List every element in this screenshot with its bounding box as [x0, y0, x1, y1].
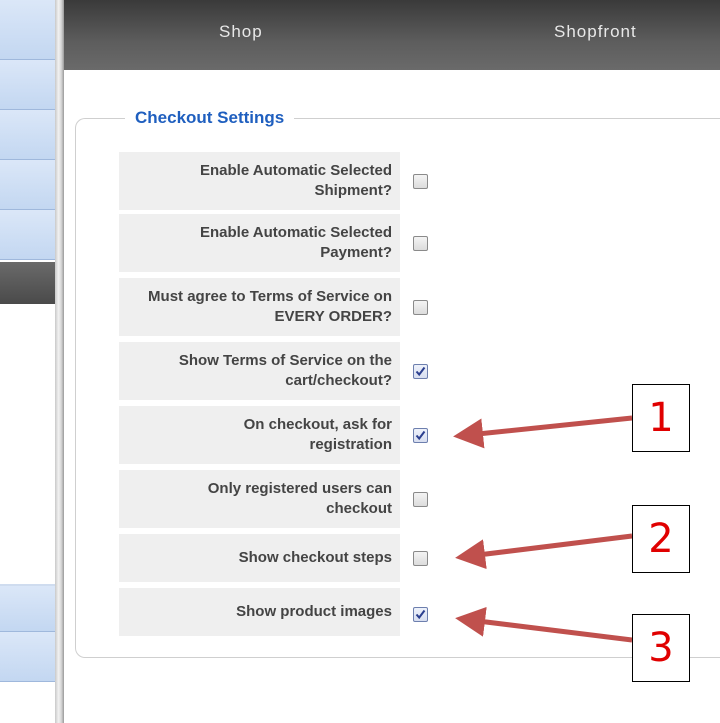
setting-label: Must agree to Terms of Service on EVERY … — [148, 288, 392, 325]
auto-payment-checkbox[interactable] — [413, 236, 428, 251]
setting-row: On checkout, ask for registration — [119, 406, 400, 464]
setting-label: Show Terms of Service on the cart/checko… — [178, 352, 392, 389]
annotation-label-2: 2 — [632, 505, 690, 573]
sidebar-item[interactable] — [0, 586, 55, 632]
setting-row: Show product images — [119, 588, 400, 636]
checkmark-icon — [415, 609, 426, 620]
product-images-checkbox[interactable] — [413, 607, 428, 622]
agree-tos-checkbox[interactable] — [413, 300, 428, 315]
ask-registration-checkbox[interactable] — [413, 428, 428, 443]
setting-label: Enable Automatic Selected Payment? — [200, 224, 392, 261]
setting-label: Only registered users can checkout — [207, 480, 392, 517]
setting-row: Only registered users can checkout — [119, 470, 400, 528]
sidebar-item[interactable] — [0, 110, 55, 160]
setting-label: Enable Automatic Selected Shipment? — [200, 162, 392, 199]
setting-row: Must agree to Terms of Service on EVERY … — [119, 278, 400, 336]
setting-row: Enable Automatic Selected Shipment? — [119, 152, 400, 210]
sidebar-item[interactable] — [0, 60, 55, 110]
setting-label: Show checkout steps — [238, 549, 392, 566]
fieldset-legend: Checkout Settings — [125, 108, 295, 128]
left-sidebar — [0, 0, 55, 723]
annotation-label-1: 1 — [632, 384, 690, 452]
auto-shipment-checkbox[interactable] — [413, 174, 428, 189]
setting-row: Enable Automatic Selected Payment? — [119, 214, 400, 272]
sidebar-item[interactable] — [0, 0, 55, 60]
setting-label: On checkout, ask for registration — [243, 416, 392, 453]
top-navigation: Shop Shopfront — [64, 0, 720, 70]
panel-separator — [55, 0, 64, 723]
show-tos-checkbox[interactable] — [413, 364, 428, 379]
setting-label: Show product images — [236, 603, 392, 620]
sidebar-item[interactable] — [0, 632, 55, 682]
checkout-steps-checkbox[interactable] — [413, 551, 428, 566]
checkmark-icon — [415, 430, 426, 441]
sidebar-item-active[interactable] — [0, 262, 55, 304]
setting-row: Show Terms of Service on the cart/checko… — [119, 342, 400, 400]
setting-row: Show checkout steps — [119, 534, 400, 582]
sidebar-item[interactable] — [0, 160, 55, 210]
registered-only-checkbox[interactable] — [413, 492, 428, 507]
nav-tab-shopfront[interactable]: Shopfront — [554, 22, 637, 42]
nav-tab-shop[interactable]: Shop — [219, 22, 263, 42]
annotation-label-3: 3 — [632, 614, 690, 682]
checkmark-icon — [415, 366, 426, 377]
sidebar-item[interactable] — [0, 210, 55, 260]
